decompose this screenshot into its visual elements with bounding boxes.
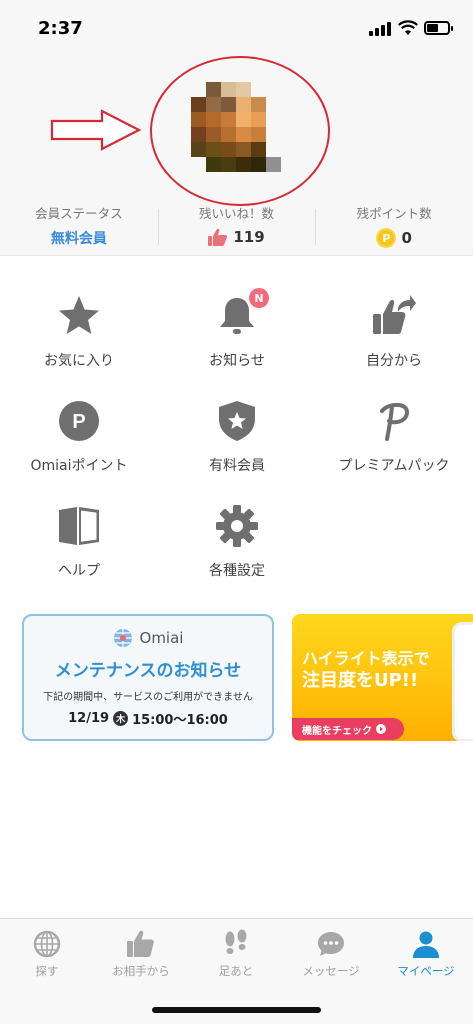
stat-remaining-points[interactable]: 残ポイント数 P 0 (315, 201, 473, 255)
maintenance-time: 15:00〜16:00 (132, 713, 228, 728)
maintenance-description: 下記の期間中、サービスのご利用ができません (43, 692, 253, 703)
menu-item-label: 各種設定 (209, 563, 265, 579)
highlight-banner[interactable]: ハイライト表示で 注目度をUP!! 機能をチェック (292, 614, 473, 741)
script-p-icon (380, 402, 409, 441)
member-status-value: 無料会員 (50, 231, 107, 247)
remaining-points-value-row: P 0 (315, 228, 473, 248)
maintenance-date: 12/19 (68, 711, 110, 726)
tab-footprints[interactable]: 足あと (189, 929, 283, 979)
bell-icon-wrap: N (215, 288, 269, 338)
stat-label: 残いいね！数 (199, 206, 275, 221)
menu-item-omiai-points[interactable]: P Omiaiポイント (0, 399, 158, 475)
stat-remaining-likes[interactable]: 残いいね！数 119 (157, 201, 316, 255)
wifi-icon (398, 20, 418, 35)
tab-my-page[interactable]: マイページ (379, 929, 473, 979)
profile-header: 会員ステータス 無料会員 残いいね！数 119 残ポイント数 P 0 (0, 56, 473, 256)
omiai-logo-text: Omiai (139, 629, 184, 647)
menu-item-label: お知らせ (209, 353, 265, 369)
tab-label: マイページ (397, 964, 455, 978)
remaining-likes-value: 119 (233, 228, 265, 246)
tab-label: メッセージ (302, 964, 360, 978)
shield-star-icon (219, 401, 255, 441)
check-feature-label: 機能をチェック (302, 725, 372, 737)
tab-label: 足あと (218, 964, 254, 978)
maintenance-banner[interactable]: Omiai メンテナンスのお知らせ 下記の期間中、サービスのご利用ができません … (22, 614, 274, 741)
star-icon (59, 296, 99, 334)
gear-icon (216, 505, 258, 547)
stats-row: 会員ステータス 無料会員 残いいね！数 119 残ポイント数 P 0 (0, 201, 473, 255)
check-feature-button[interactable]: 機能をチェック (292, 718, 404, 740)
menu-item-premium-pack[interactable]: プレミアムパック (315, 399, 473, 475)
menu-item-notices[interactable]: N お知らせ (158, 288, 316, 370)
menu-item-help[interactable]: ヘルプ (0, 504, 158, 580)
highlight-title: ハイライト表示で 注目度をUP!! (302, 648, 430, 692)
stat-member-status[interactable]: 会員ステータス 無料会員 (0, 201, 158, 255)
status-time: 2:37 (38, 18, 83, 39)
menu-item-paid-member[interactable]: 有料会員 (158, 399, 316, 475)
tab-from-partner[interactable]: お相手から (94, 929, 188, 979)
highlight-title-line2: 注目度をUP!! (302, 670, 419, 691)
chat-bubble-icon (318, 932, 344, 956)
footprints-icon (225, 929, 247, 954)
play-circle-icon (376, 724, 386, 734)
cellular-signal-icon (369, 22, 393, 36)
notice-badge: N (249, 288, 269, 308)
menu-item-label: お気に入り (44, 353, 114, 369)
avatar[interactable] (191, 82, 281, 172)
stat-label: 残ポイント数 (356, 206, 432, 221)
maintenance-day: 木 (113, 711, 129, 726)
omiai-logo: Omiai (24, 628, 272, 648)
maintenance-schedule: 12/19 木 15:00〜16:00 (24, 709, 272, 728)
book-icon (59, 507, 99, 545)
globe-icon (33, 930, 61, 958)
maintenance-title: メンテナンスのお知らせ (54, 661, 242, 681)
battery-icon (424, 21, 453, 35)
annotation-arrow-icon (50, 109, 142, 151)
menu-item-label: 自分から (366, 353, 422, 369)
status-bar: 2:37 (0, 0, 473, 56)
menu-item-label: Omiaiポイント (30, 458, 128, 474)
thumbs-up-icon (208, 228, 228, 246)
point-p-icon: P (59, 401, 99, 441)
menu-item-from-me[interactable]: 自分から (315, 294, 473, 370)
stat-label: 会員ステータス (35, 206, 123, 221)
home-indicator (152, 1007, 321, 1013)
remaining-points-value: 0 (401, 229, 412, 247)
svg-text:P: P (72, 411, 85, 433)
menu-item-label: ヘルプ (58, 563, 100, 579)
remaining-likes-value-row: 119 (158, 228, 316, 246)
tab-messages[interactable]: メッセージ (284, 929, 378, 979)
menu-item-settings[interactable]: 各種設定 (158, 504, 316, 580)
highlight-title-line1: ハイライト表示で (302, 649, 430, 668)
thumbs-up-icon (127, 930, 154, 957)
tab-label: お相手から (112, 964, 170, 978)
phone-illustration (452, 622, 473, 741)
tab-search[interactable]: 探す (0, 929, 94, 979)
menu-item-label: 有料会員 (209, 458, 265, 474)
thumbs-up-share-icon (373, 295, 416, 334)
omiai-globe-logo-icon (113, 629, 132, 647)
point-coin-icon: P (376, 228, 397, 248)
tab-label: 探す (35, 964, 59, 978)
menu-item-label: プレミアムパック (338, 458, 450, 474)
menu-item-favorites[interactable]: お気に入り (0, 294, 158, 370)
person-icon (413, 931, 439, 958)
